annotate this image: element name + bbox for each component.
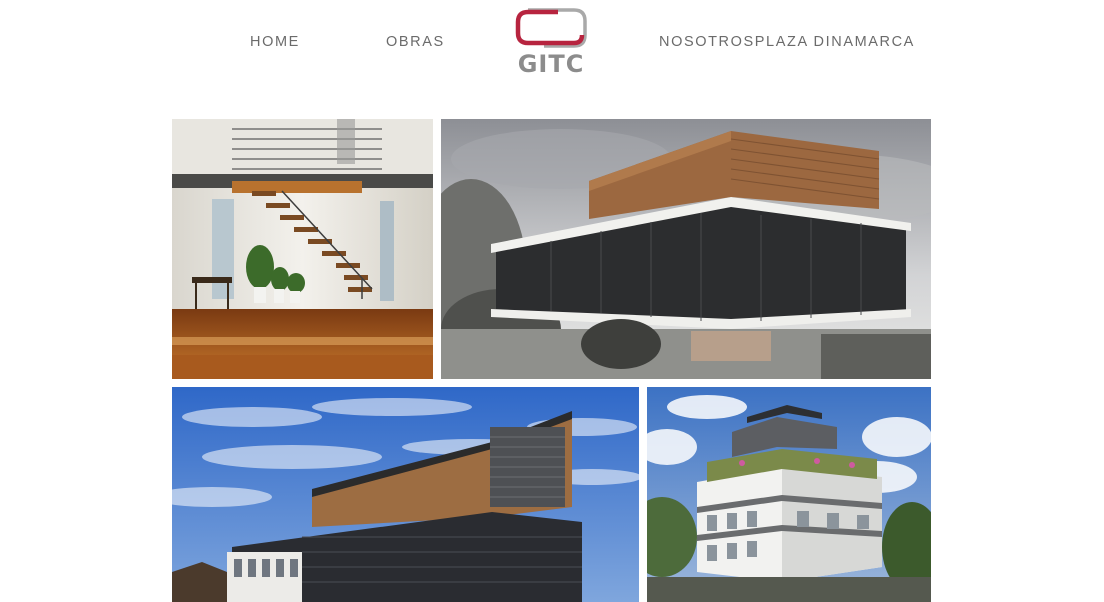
logo-text: GITC — [517, 50, 585, 78]
gallery-image-building-render-blue-sky[interactable] — [172, 387, 639, 602]
gallery-image-residential-building-green-roof[interactable] — [647, 387, 931, 602]
top-navigation: HOME OBRAS GITC NOSOTROSPLAZA DINAMARCA — [0, 0, 1104, 100]
logo-mark-icon — [515, 8, 587, 48]
gallery-image-interior-staircase[interactable] — [172, 119, 433, 379]
nav-link-nosotros[interactable]: NOSOTROSPLAZA DINAMARCA — [659, 34, 915, 50]
site-logo[interactable]: GITC — [514, 8, 588, 78]
nav-link-obras[interactable]: OBRAS — [386, 34, 445, 50]
gallery-image-building-render-wood-facade[interactable] — [441, 119, 931, 379]
nav-link-home[interactable]: HOME — [250, 34, 300, 50]
